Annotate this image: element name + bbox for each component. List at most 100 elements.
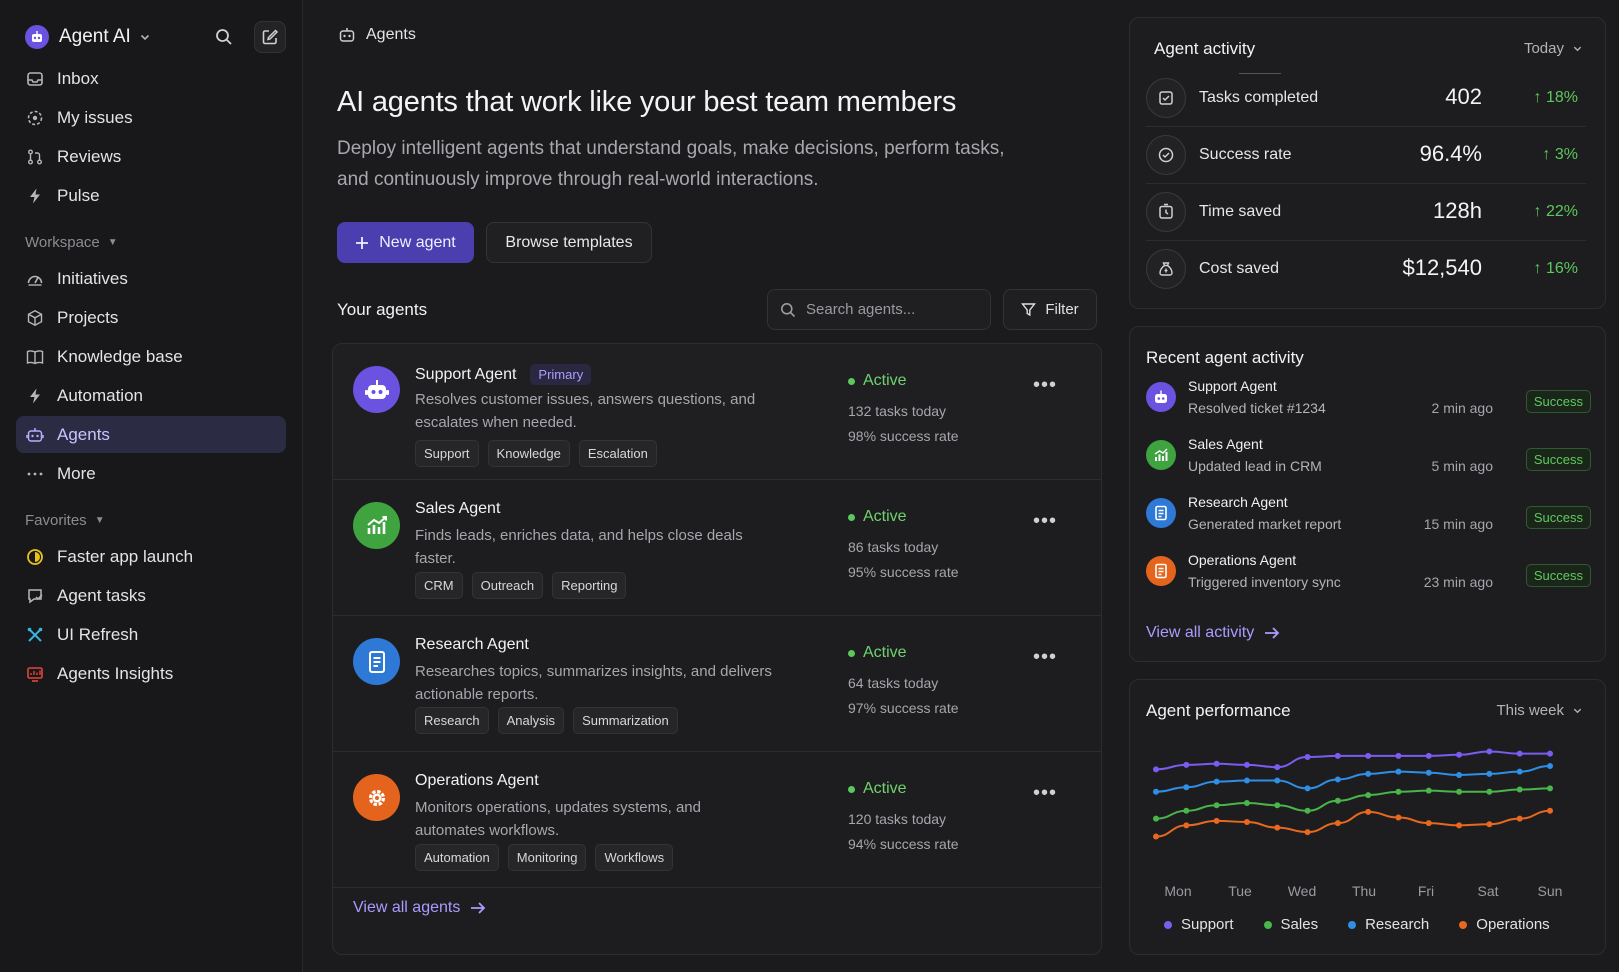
data-point-research[interactable] [1274, 777, 1281, 784]
fav-agents-insights[interactable]: Agents Insights [16, 655, 286, 692]
data-point-sales[interactable] [1243, 799, 1250, 806]
nav-agents[interactable]: Agents [16, 416, 286, 453]
new-agent-button[interactable]: New agent [337, 222, 474, 263]
data-point-research[interactable] [1395, 768, 1402, 775]
data-point-operations[interactable] [1274, 824, 1281, 831]
data-point-sales[interactable] [1425, 787, 1432, 794]
data-point-operations[interactable] [1304, 829, 1311, 836]
data-point-research[interactable] [1334, 776, 1341, 783]
data-point-research[interactable] [1516, 768, 1523, 775]
tag[interactable]: Escalation [578, 440, 657, 467]
data-point-support[interactable] [1425, 752, 1432, 759]
nav-knowledge-base[interactable]: Knowledge base [16, 338, 286, 375]
agent-name[interactable]: Support Agent [415, 366, 516, 384]
favorites-section-label[interactable]: Favorites ▼ [16, 508, 286, 532]
range-dropdown[interactable]: This week [1496, 702, 1583, 719]
data-point-research[interactable] [1547, 763, 1553, 769]
tag[interactable]: Research [415, 707, 489, 734]
legend-item[interactable]: Research [1348, 916, 1429, 933]
data-point-operations[interactable] [1183, 822, 1190, 829]
tag[interactable]: CRM [415, 572, 463, 599]
data-point-support[interactable] [1213, 760, 1220, 767]
tag[interactable]: Outreach [471, 572, 544, 599]
data-point-research[interactable] [1456, 771, 1463, 778]
data-point-sales[interactable] [1274, 802, 1281, 809]
data-point-support[interactable] [1153, 766, 1159, 773]
agent-name[interactable]: Sales Agent [415, 500, 500, 518]
workspace-section-label[interactable]: Workspace ▼ [16, 230, 286, 254]
more-options-icon[interactable]: ••• [1033, 374, 1057, 397]
activity-item[interactable]: Operations Agent Triggered inventory syn… [1146, 544, 1591, 602]
tag[interactable]: Workflows [595, 844, 674, 871]
data-point-research[interactable] [1213, 778, 1220, 785]
more-options-icon[interactable]: ••• [1033, 646, 1057, 669]
data-point-support[interactable] [1395, 752, 1402, 759]
range-dropdown[interactable]: Today [1524, 40, 1583, 57]
nav-reviews[interactable]: Reviews [16, 138, 286, 175]
agent-row-operations[interactable]: Operations Agent Monitors operations, up… [333, 752, 1101, 888]
data-point-research[interactable] [1153, 788, 1159, 795]
tag[interactable]: Support [415, 440, 479, 467]
data-point-sales[interactable] [1153, 815, 1159, 822]
nav-automation[interactable]: Automation [16, 377, 286, 414]
data-point-support[interactable] [1547, 750, 1553, 757]
tag[interactable]: Reporting [552, 572, 627, 599]
legend-item[interactable]: Operations [1459, 916, 1550, 933]
data-point-support[interactable] [1334, 752, 1341, 759]
data-point-operations[interactable] [1243, 819, 1250, 825]
filter-button[interactable]: Filter [1003, 289, 1097, 330]
data-point-operations[interactable] [1425, 820, 1432, 827]
activity-item[interactable]: Research Agent Generated market report 1… [1146, 486, 1591, 544]
view-all-activity-link[interactable]: View all activity [1146, 624, 1280, 642]
fav-ui-refresh[interactable]: UI Refresh [16, 616, 286, 653]
data-point-sales[interactable] [1304, 807, 1311, 814]
more-options-icon[interactable]: ••• [1033, 782, 1057, 805]
data-point-sales[interactable] [1516, 786, 1523, 793]
data-point-sales[interactable] [1456, 788, 1463, 795]
data-point-support[interactable] [1486, 748, 1493, 755]
data-point-sales[interactable] [1486, 788, 1493, 795]
data-point-sales[interactable] [1365, 792, 1372, 799]
data-point-operations[interactable] [1486, 821, 1493, 828]
data-point-support[interactable] [1456, 751, 1463, 758]
nav-my-issues[interactable]: My issues [16, 99, 286, 136]
activity-item[interactable]: Sales Agent Updated lead in CRM 5 min ag… [1146, 428, 1591, 486]
agent-row-sales[interactable]: Sales Agent Finds leads, enriches data, … [333, 480, 1101, 616]
agent-name[interactable]: Research Agent [415, 636, 529, 654]
data-point-operations[interactable] [1547, 807, 1553, 814]
tag[interactable]: Automation [415, 844, 499, 871]
data-point-operations[interactable] [1516, 815, 1523, 822]
nav-initiatives[interactable]: Initiatives [16, 260, 286, 297]
more-options-icon[interactable]: ••• [1033, 510, 1057, 533]
tag[interactable]: Analysis [497, 707, 565, 734]
workspace-name[interactable]: Agent AI [59, 26, 131, 48]
data-point-support[interactable] [1243, 761, 1250, 768]
data-point-sales[interactable] [1183, 807, 1190, 814]
view-all-agents-link[interactable]: View all agents [353, 899, 486, 917]
fav-faster-app-launch[interactable]: Faster app launch [16, 538, 286, 575]
data-point-research[interactable] [1365, 770, 1372, 777]
tag[interactable]: Monitoring [507, 844, 587, 871]
agent-name[interactable]: Operations Agent [415, 772, 539, 790]
data-point-sales[interactable] [1395, 788, 1402, 795]
nav-more[interactable]: More [16, 455, 286, 492]
agent-row-research[interactable]: Research Agent Researches topics, summar… [333, 616, 1101, 752]
agent-row-support[interactable]: Support Agent Primary Resolves customer … [333, 344, 1101, 480]
breadcrumb-label[interactable]: Agents [366, 26, 416, 44]
chevron-down-icon[interactable] [139, 31, 151, 43]
search-agents-input[interactable] [806, 301, 976, 318]
data-point-support[interactable] [1274, 764, 1281, 771]
search-icon[interactable] [208, 21, 240, 53]
compose-icon[interactable] [254, 21, 286, 53]
data-point-sales[interactable] [1213, 802, 1220, 809]
tag[interactable]: Knowledge [487, 440, 570, 467]
data-point-research[interactable] [1425, 769, 1432, 776]
data-point-operations[interactable] [1456, 822, 1463, 829]
data-point-operations[interactable] [1334, 820, 1341, 827]
data-point-support[interactable] [1516, 750, 1523, 757]
data-point-sales[interactable] [1547, 785, 1553, 792]
activity-item[interactable]: Support Agent Resolved ticket #1234 2 mi… [1146, 370, 1591, 428]
nav-projects[interactable]: Projects [16, 299, 286, 336]
data-point-research[interactable] [1183, 784, 1190, 791]
data-point-research[interactable] [1486, 770, 1493, 777]
